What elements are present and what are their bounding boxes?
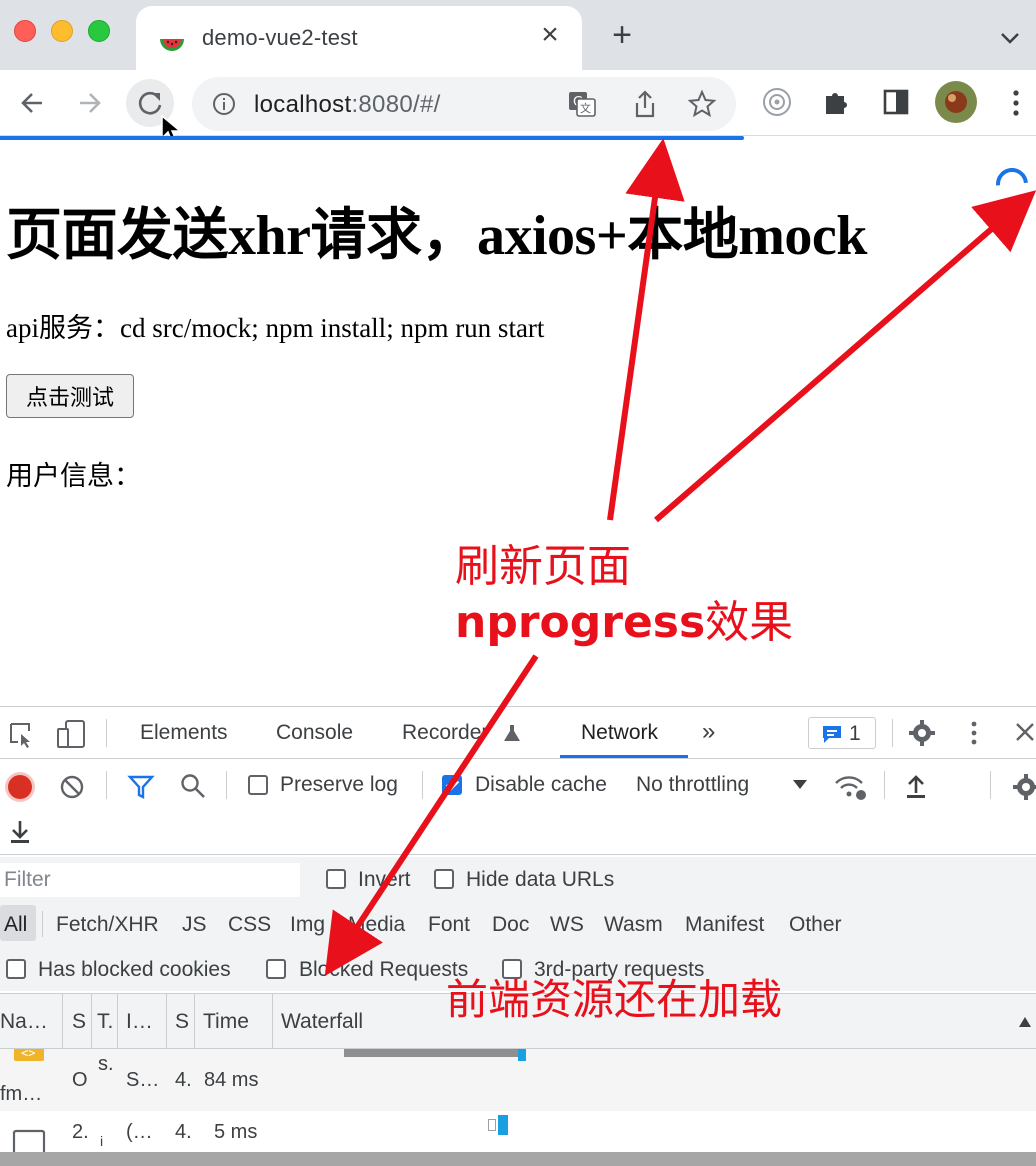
annotation-nprogress-effect: nprogress效果 (455, 597, 794, 648)
arrow-to-progress-bar (607, 138, 685, 521)
annotation-loading-resources: 前端资源还在加载 (446, 975, 783, 1024)
arrow-to-spinner (654, 190, 1036, 523)
annotation-refresh-page: 刷新页面 (455, 541, 631, 592)
arrow-to-waterfall (324, 654, 539, 977)
